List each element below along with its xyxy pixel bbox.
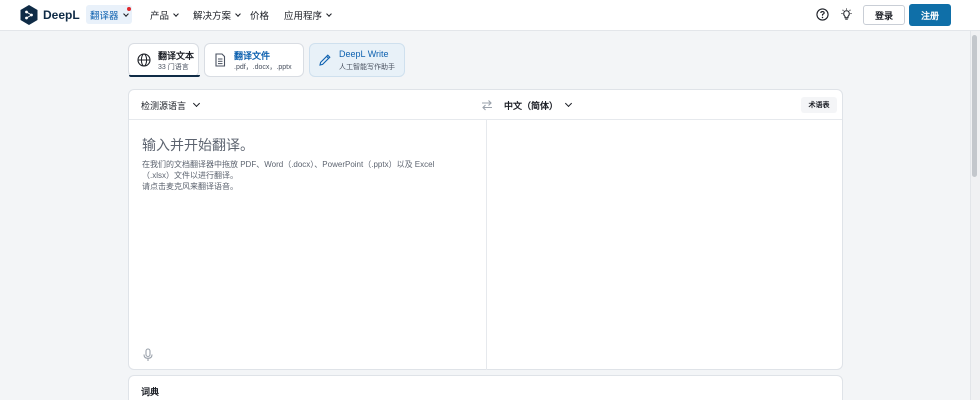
nav-translator[interactable]: 翻译器 xyxy=(90,8,129,22)
document-icon xyxy=(215,53,226,67)
language-bar: 检测源语言 中文（简体） 术语表 xyxy=(129,90,842,120)
swap-languages-icon[interactable] xyxy=(480,98,494,112)
nav-apps-label: 应用程序 xyxy=(284,11,323,22)
tab-subtitle: .pdf，.docx，.pptx xyxy=(234,64,292,71)
microphone-icon[interactable] xyxy=(142,348,154,362)
target-text-area xyxy=(487,121,842,370)
tab-subtitle: 33 门语言 xyxy=(158,64,189,71)
translator-panel: 检测源语言 中文（简体） 术语表 输入并开始翻译。 在我们的文档翻译器中拖放 P… xyxy=(128,89,843,370)
target-language-select[interactable]: 中文（简体） xyxy=(504,99,573,112)
active-tab-indicator xyxy=(129,75,200,77)
globe-icon xyxy=(137,53,151,67)
chevron-down-icon xyxy=(192,99,201,108)
nav-apps[interactable]: 应用程序 xyxy=(284,8,332,22)
nav-pricing[interactable]: 价格 xyxy=(250,8,269,22)
nav-products[interactable]: 产品 xyxy=(150,8,179,22)
nav-solutions[interactable]: 解决方案 xyxy=(193,8,241,22)
chevron-down-icon xyxy=(122,10,129,17)
source-language-select[interactable]: 检测源语言 xyxy=(141,99,201,112)
glossary-button[interactable]: 术语表 xyxy=(801,97,837,113)
tab-title: DeepL Write xyxy=(339,49,389,59)
notification-dot xyxy=(127,7,131,11)
lightbulb-icon[interactable] xyxy=(840,8,853,21)
tab-translate-text[interactable]: 翻译文本 33 门语言 xyxy=(128,43,200,77)
deepl-logo-icon xyxy=(20,5,38,25)
nav-solutions-label: 解决方案 xyxy=(193,11,232,22)
dictionary-title: 词典 xyxy=(141,387,160,397)
target-language-label: 中文（简体） xyxy=(504,101,559,111)
chevron-down-icon xyxy=(235,10,241,17)
chevron-down-icon xyxy=(564,99,573,108)
nav-translator-label: 翻译器 xyxy=(90,11,119,22)
deepl-logo[interactable]: DeepL xyxy=(20,5,80,25)
page-scrollbar-thumb[interactable] xyxy=(972,35,977,177)
hint-line-2: 请点击麦克风来翻译语音。 xyxy=(142,182,238,191)
signup-button[interactable]: 注册 xyxy=(909,4,951,26)
tab-translate-files[interactable]: 翻译文件 .pdf，.docx，.pptx xyxy=(204,43,304,77)
top-header: DeepL 翻译器 产品 解决方案 价格 应用程序 登录 注册 xyxy=(0,0,980,31)
source-hint: 在我们的文档翻译器中拖放 PDF、Word（.docx）、PowerPoint（… xyxy=(142,159,457,192)
hint-line-1: 在我们的文档翻译器中拖放 PDF、Word（.docx）、PowerPoint（… xyxy=(142,160,435,180)
login-button[interactable]: 登录 xyxy=(863,5,905,25)
tab-subtitle: 人工智能写作助手 xyxy=(339,64,395,71)
dictionary-panel: 词典 xyxy=(128,375,843,400)
help-icon[interactable] xyxy=(816,8,829,21)
brand-name: DeepL xyxy=(43,8,80,22)
nav-products-label: 产品 xyxy=(150,11,170,22)
nav-pricing-label: 价格 xyxy=(250,11,270,22)
source-placeholder: 输入并开始翻译。 xyxy=(142,137,254,153)
chevron-down-icon xyxy=(326,10,332,17)
tab-title: 翻译文件 xyxy=(234,51,271,61)
tab-title: 翻译文本 xyxy=(158,51,195,61)
source-language-label: 检测源语言 xyxy=(141,101,187,111)
tab-deepl-write[interactable]: DeepL Write 人工智能写作助手 xyxy=(309,43,405,77)
pen-icon xyxy=(319,54,331,66)
chevron-down-icon xyxy=(173,10,179,17)
